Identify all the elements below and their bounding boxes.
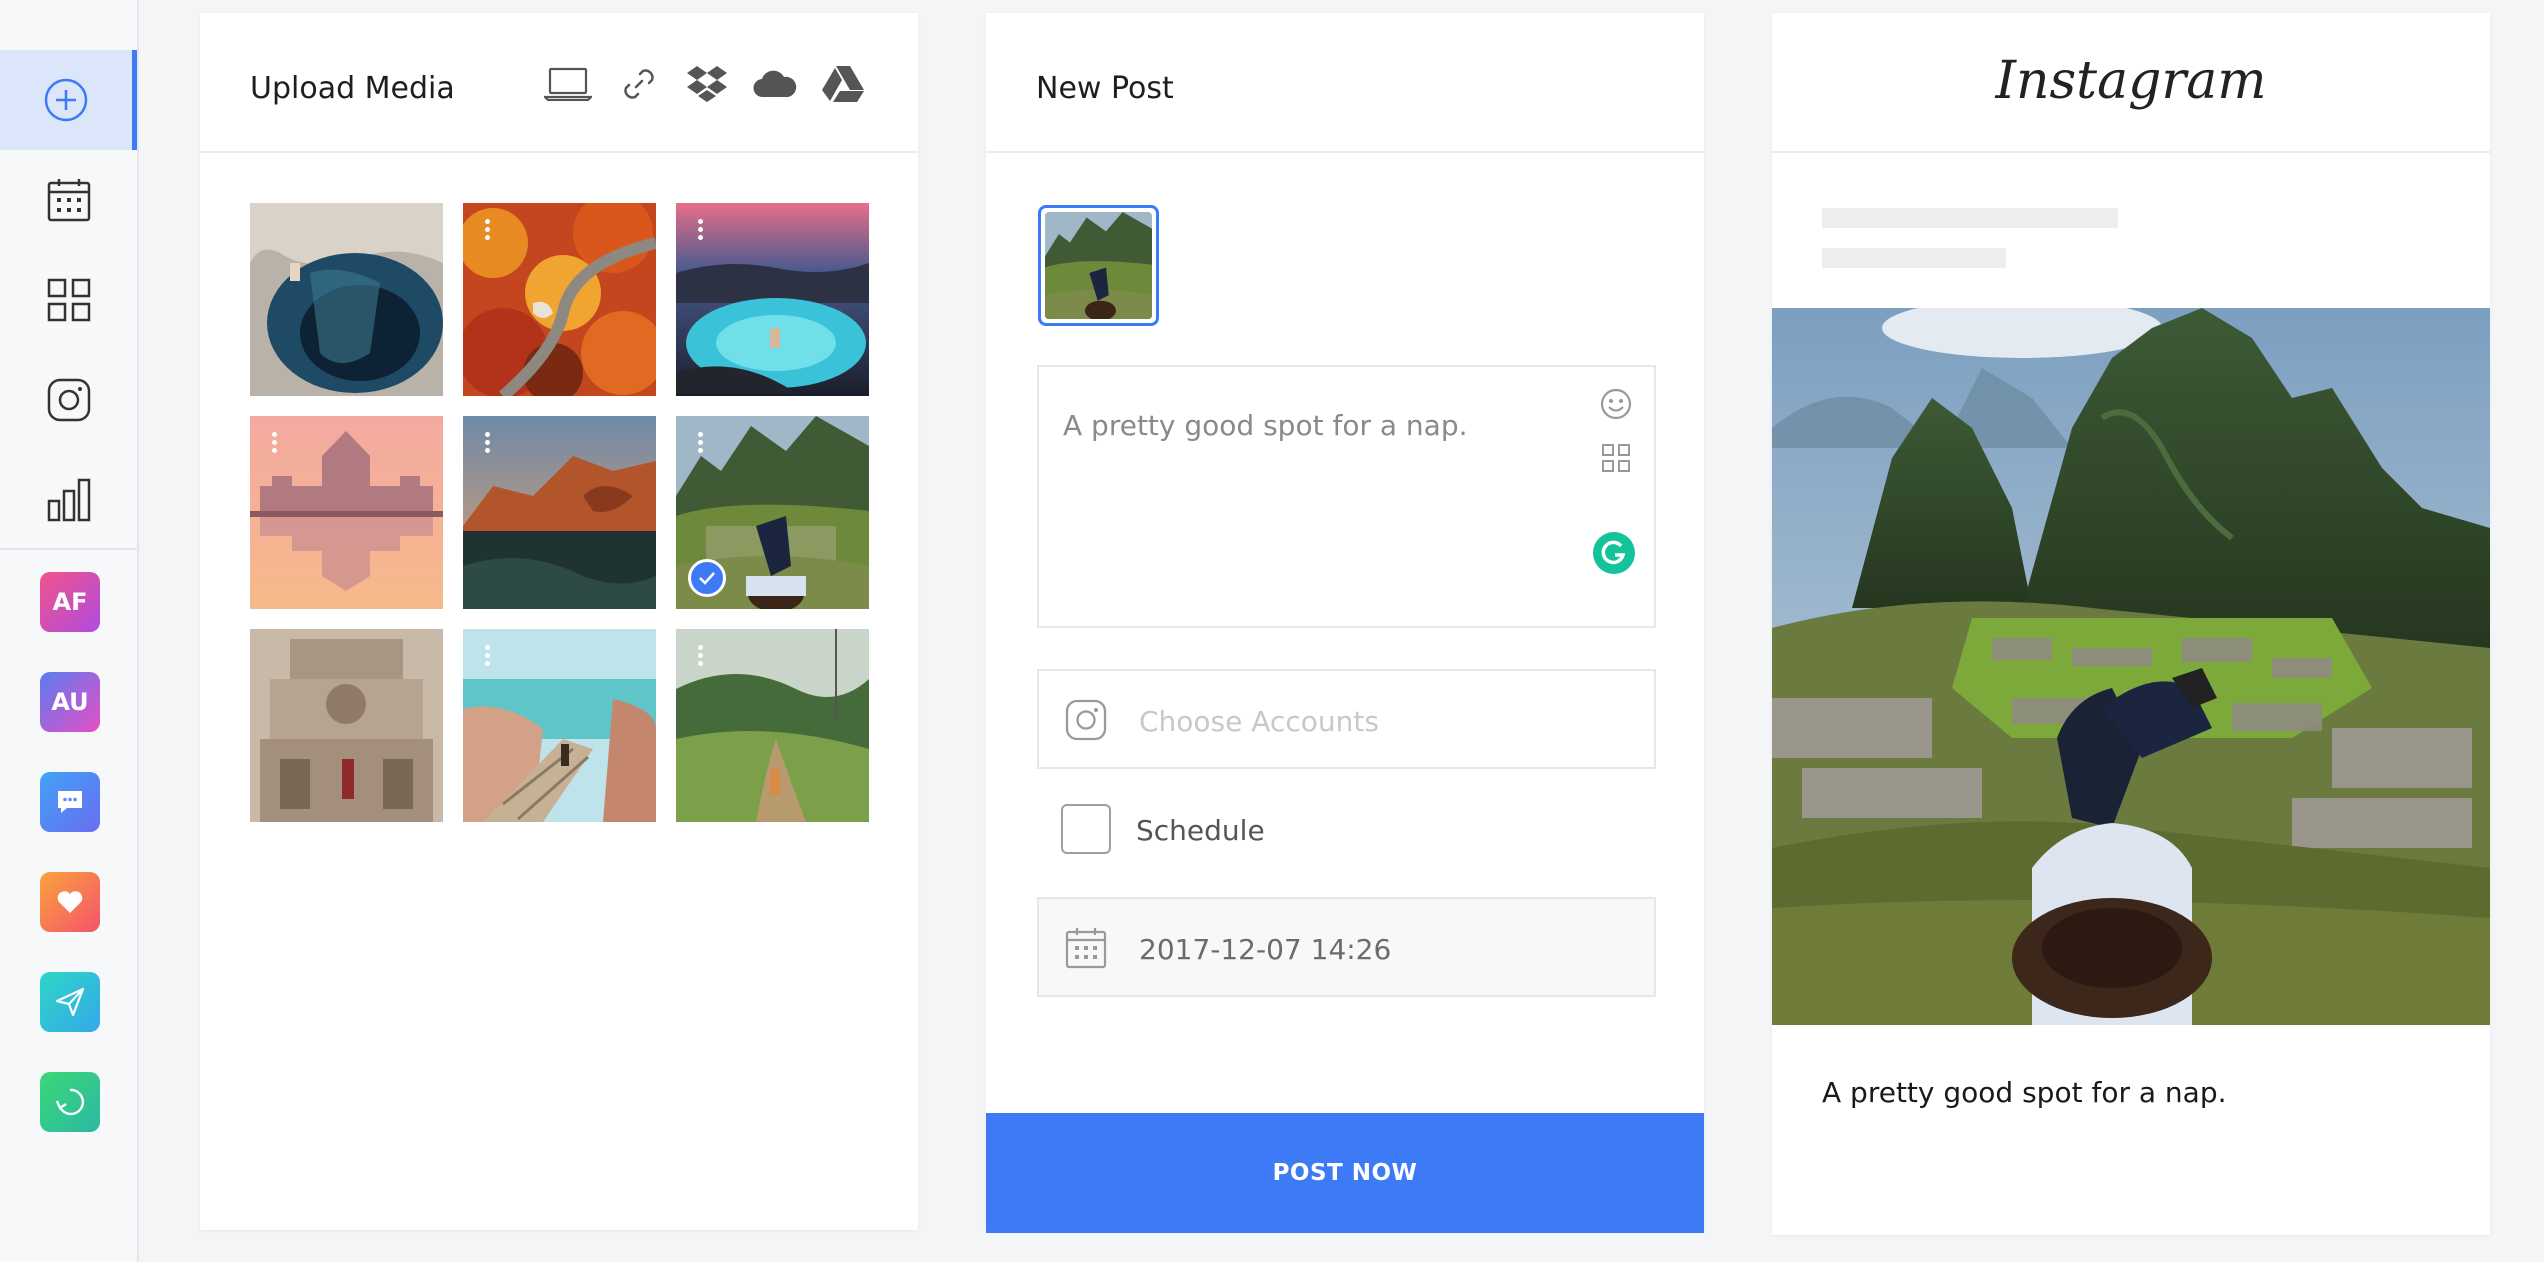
instagram-icon: [47, 378, 90, 422]
laptop-icon: [544, 67, 592, 101]
paper-plane-icon: [55, 987, 85, 1017]
choose-accounts-field[interactable]: Choose Accounts: [1037, 669, 1656, 769]
sidebar-item-grid[interactable]: [0, 250, 137, 350]
media-menu-icon[interactable]: [698, 645, 704, 667]
app-au[interactable]: AU: [40, 672, 100, 732]
caption-text: A pretty good spot for a nap.: [1063, 409, 1468, 442]
choose-accounts-placeholder: Choose Accounts: [1139, 705, 1379, 738]
app-af-label: AF: [52, 588, 88, 616]
skeleton-line: [1822, 208, 2118, 228]
media-menu-icon[interactable]: [272, 432, 278, 454]
media-thumb-rock-arch[interactable]: [463, 416, 656, 609]
instagram-icon: [1065, 699, 1107, 741]
media-menu-icon[interactable]: [485, 645, 491, 667]
media-thumb-parliament[interactable]: [250, 416, 443, 609]
media-thumb-blue-lagoon[interactable]: [676, 203, 869, 396]
skeleton-line: [1822, 248, 2006, 268]
instagram-logo: Instagram: [1995, 51, 2267, 111]
heart-icon: [57, 891, 83, 913]
calendar-icon: [1065, 928, 1107, 969]
app-refresh[interactable]: [40, 1072, 100, 1132]
upload-header: Upload Media: [200, 13, 918, 153]
calendar-icon: [47, 179, 90, 222]
media-menu-icon[interactable]: [698, 219, 704, 241]
refresh-icon: [55, 1088, 85, 1116]
link-icon: [624, 69, 654, 99]
schedule-date-value: 2017-12-07 14:26: [1139, 933, 1392, 966]
upload-from-cloud-button[interactable]: [750, 59, 800, 109]
schedule-label: Schedule: [1136, 814, 1265, 847]
media-thumb-temple[interactable]: [250, 629, 443, 822]
upload-from-computer-button[interactable]: [543, 59, 593, 109]
media-thumb-machu-picchu[interactable]: [676, 416, 869, 609]
instagram-preview-panel: Instagram A pretty good spot for a nap.: [1772, 13, 2490, 1235]
grammarly-icon[interactable]: [1592, 531, 1636, 575]
preview-caption: A pretty good spot for a nap.: [1822, 1076, 2227, 1109]
caption-input[interactable]: A pretty good spot for a nap.: [1037, 365, 1656, 628]
sidebar-item-instagram[interactable]: [0, 350, 137, 450]
sidebar-item-calendar[interactable]: [0, 150, 137, 250]
cloud-icon: [753, 70, 797, 98]
upload-from-dropbox-button[interactable]: [682, 59, 732, 109]
sidebar-item-analytics[interactable]: [0, 450, 137, 550]
selected-check-icon: [688, 559, 726, 597]
bar-chart-icon: [47, 478, 90, 522]
preview-image: [1772, 308, 2490, 1025]
sidebar-item-add[interactable]: [0, 50, 137, 150]
sidebar: AF AU: [0, 0, 139, 1262]
new-post-title: New Post: [1036, 71, 1174, 106]
app-au-label: AU: [51, 688, 89, 716]
google-drive-icon: [822, 66, 864, 102]
upload-title: Upload Media: [250, 71, 455, 106]
media-thumb-boardwalk[interactable]: [463, 629, 656, 822]
schedule-checkbox[interactable]: [1061, 804, 1111, 854]
grid-icon[interactable]: [1601, 443, 1631, 473]
plus-circle-icon: [44, 78, 88, 122]
chat-icon: [58, 791, 82, 813]
post-now-button[interactable]: POST NOW: [986, 1113, 1704, 1233]
media-thumb-hill-path[interactable]: [676, 629, 869, 822]
grid-icon: [47, 278, 90, 322]
new-post-header: New Post: [986, 13, 1704, 153]
selected-media-thumb[interactable]: [1038, 205, 1159, 326]
upload-from-google-drive-button[interactable]: [818, 59, 868, 109]
upload-from-link-button[interactable]: [614, 59, 664, 109]
media-menu-icon[interactable]: [698, 432, 704, 454]
media-menu-icon[interactable]: [485, 219, 491, 241]
media-thumb-autumn-road[interactable]: [463, 203, 656, 396]
media-menu-icon[interactable]: [485, 432, 491, 454]
app-chat[interactable]: [40, 772, 100, 832]
app-heart[interactable]: [40, 872, 100, 932]
preview-header: Instagram: [1772, 13, 2490, 153]
emoji-icon[interactable]: [1599, 387, 1633, 421]
upload-media-panel: Upload Media: [200, 13, 918, 1230]
new-post-panel: New Post A pretty good spot for a nap. C…: [986, 13, 1704, 1233]
app-send[interactable]: [40, 972, 100, 1032]
schedule-date-field[interactable]: 2017-12-07 14:26: [1037, 897, 1656, 997]
media-thumb-cenote[interactable]: [250, 203, 443, 396]
app-af[interactable]: AF: [40, 572, 100, 632]
dropbox-icon: [687, 66, 727, 102]
sidebar-divider: [0, 548, 137, 550]
